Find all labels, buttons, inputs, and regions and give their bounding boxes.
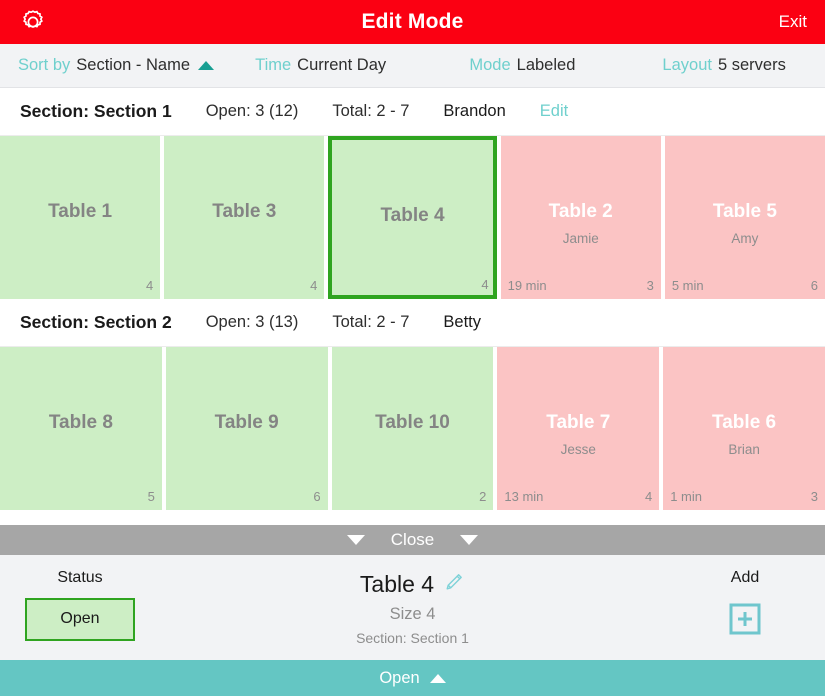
filter-mode-label: Mode [469,56,511,74]
section-header: Section: Section 2 Open: 3 (13) Total: 2… [0,299,825,347]
title-bar: Edit Mode Exit [0,0,825,44]
table-info-column: Table 4 Size 4 Section: Section 1 [160,555,665,646]
table-card-name: Table 2 [548,201,613,222]
close-drawer-label: Close [390,529,435,549]
close-drawer-bar[interactable]: Close [0,524,825,555]
detail-table-size: Size 4 [389,604,436,623]
table-card[interactable]: Table 5 Amy 5 min 6 [664,136,825,299]
page-title: Edit Mode [361,10,464,33]
chevron-down-icon [346,534,365,545]
filter-time[interactable]: Time Current Day [220,56,422,75]
table-card[interactable]: Table 8 5 [0,347,162,510]
table-card-guest: Jesse [560,442,596,457]
filter-sort-by[interactable]: Sort by Section - Name [0,56,220,75]
add-heading: Add [730,568,760,586]
table-card-selected[interactable]: Table 4 4 [328,136,497,299]
chevron-down-icon [460,534,479,545]
section-open-count: Open: 3 (12) [205,102,299,120]
table-card-size: 5 [147,489,155,504]
plus-square-icon[interactable] [729,603,761,635]
filter-sort-by-value: Section - Name [76,56,190,74]
table-card[interactable]: Table 2 Jamie 19 min 3 [500,136,661,299]
table-card-name: Table 9 [214,412,279,433]
add-column: Add [665,555,825,635]
table-card-guest: Amy [731,231,759,246]
detail-table-section: Section: Section 1 [356,629,469,646]
table-card-guest: Brian [728,442,760,457]
section-open-count: Open: 3 (13) [205,313,299,331]
table-card-size: 4 [310,278,318,293]
exit-button[interactable]: Exit [779,12,807,32]
section-title: Section: Section 1 [20,101,172,121]
table-card-timer: 1 min [670,489,702,504]
table-card[interactable]: Table 7 Jesse 13 min 4 [497,347,660,510]
table-grid-row: Table 1 4 Table 3 4 Table 4 4 Table 2 Ja… [0,136,825,299]
chevron-up-icon [429,673,446,683]
status-heading: Status [57,568,103,586]
gear-icon[interactable] [18,7,48,37]
section-server-name: Betty [443,313,481,331]
bottom-open-label: Open [379,668,420,687]
table-card-size: 4 [481,277,489,292]
table-card-name: Table 4 [380,205,445,226]
table-card-size: 4 [145,278,154,293]
table-card-name: Table 8 [48,412,113,433]
filter-layout-label: Layout [662,56,712,74]
section-total-range: Total: 2 - 7 [332,102,410,120]
table-card[interactable]: Table 9 6 [165,347,328,510]
table-card-name: Table 6 [712,412,777,433]
table-card-timer: 19 min [507,278,547,293]
table-card[interactable]: Table 10 2 [331,347,494,510]
table-card-size: 6 [313,489,321,504]
table-card-timer: 13 min [504,489,544,504]
filter-bar: Sort by Section - Name Time Current Day … [0,44,825,88]
table-card-timer: 5 min [671,278,704,293]
filter-sort-by-label: Sort by [18,56,71,74]
table-card-name: Table 7 [546,412,611,433]
table-card-size: 3 [810,489,818,504]
table-card[interactable]: Table 6 Brian 1 min 3 [663,347,825,510]
filter-layout-value: 5 servers [717,56,786,74]
detail-table-name: Table 4 [359,570,435,597]
section-header: Section: Section 1 Open: 3 (12) Total: 2… [0,88,825,136]
table-card-guest: Jamie [562,231,599,246]
status-column: Status Open [0,555,160,641]
table-card-name: Table 10 [375,412,450,433]
section-title: Section: Section 2 [20,312,172,332]
bottom-open-bar[interactable]: Open [0,660,825,696]
table-card[interactable]: Table 1 4 [0,136,161,299]
filter-time-label: Time [255,56,292,74]
table-card[interactable]: Table 3 4 [164,136,325,299]
table-detail-panel: Status Open Table 4 Size 4 Section: Sect… [0,554,825,660]
grid-spacer [0,510,825,525]
table-card-size: 3 [646,278,654,293]
table-card-name: Table 5 [712,201,777,222]
table-card-name: Table 1 [48,201,113,222]
status-badge[interactable]: Open [25,597,135,641]
table-card-size: 4 [644,489,653,504]
sort-ascending-caret-icon [198,61,214,70]
pencil-icon[interactable] [443,571,465,598]
table-card-name: Table 3 [212,201,277,222]
section-server-name: Brandon [443,102,506,120]
table-management-screen: Edit Mode Exit Sort by Section - Name Ti… [0,0,825,696]
filter-layout[interactable]: Layout 5 servers [623,56,825,75]
filter-mode-value: Labeled [516,56,576,74]
filter-mode[interactable]: Mode Labeled [422,56,624,75]
section-edit-link[interactable]: Edit [540,102,568,121]
filter-time-value: Current Day [297,56,387,74]
table-card-size: 2 [479,489,487,504]
table-card-size: 6 [810,278,819,293]
table-grid-row: Table 8 5 Table 9 6 Table 10 2 Table 7 J… [0,347,825,510]
section-total-range: Total: 2 - 7 [332,313,410,331]
